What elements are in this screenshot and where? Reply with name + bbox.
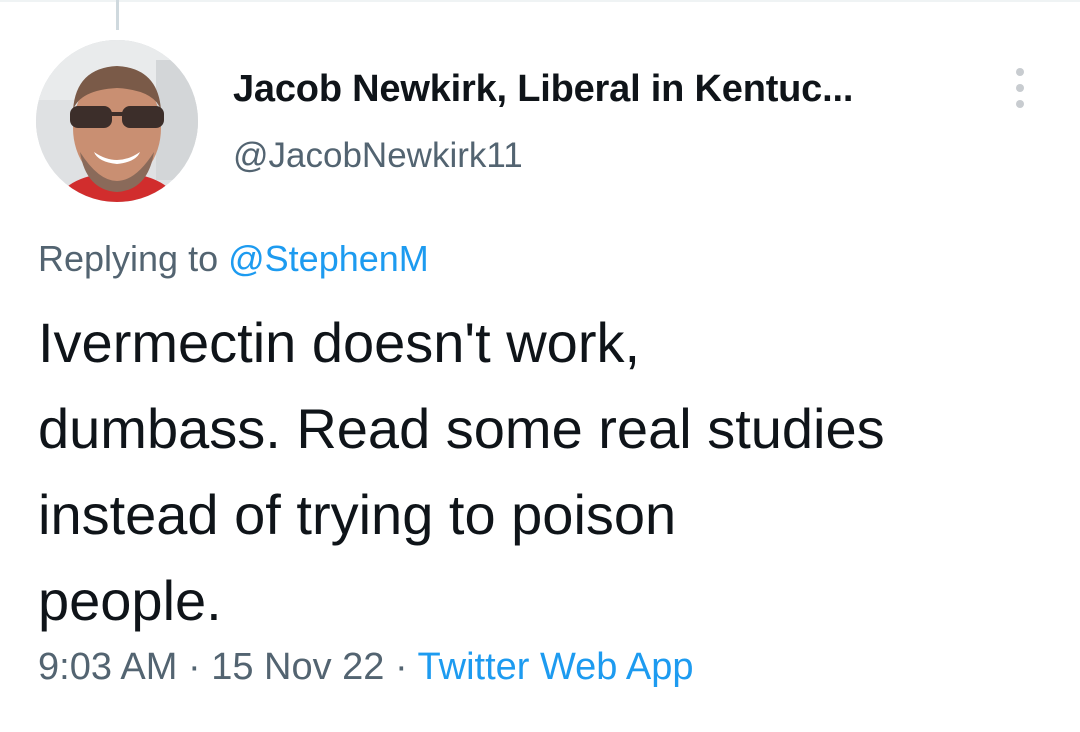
- author-handle[interactable]: @JacobNewkirk11: [233, 136, 523, 176]
- meta-separator: ·: [395, 646, 408, 688]
- tweet-metadata: 9:03 AM · 15 Nov 22 · Twitter Web App: [38, 646, 694, 689]
- author-display-name[interactable]: Jacob Newkirk, Liberal in Kentuc...: [233, 68, 853, 111]
- replying-to-label: Replying to: [38, 238, 219, 279]
- more-vertical-icon-dot: [1016, 100, 1024, 108]
- tweet-source-link[interactable]: Twitter Web App: [418, 646, 694, 688]
- replying-to-mention-link[interactable]: @StephenM: [228, 238, 429, 279]
- thread-connector-line: [116, 0, 119, 30]
- tweet-time[interactable]: 9:03 AM: [38, 646, 177, 688]
- user-avatar-photo-icon: [36, 40, 198, 202]
- more-vertical-icon: [1016, 68, 1024, 76]
- more-vertical-icon-dot: [1016, 84, 1024, 92]
- meta-separator: ·: [187, 646, 201, 688]
- top-divider: [0, 0, 1080, 2]
- replying-to-line: Replying to @StephenM: [38, 238, 429, 280]
- tweet-date[interactable]: 15 Nov 22: [211, 646, 384, 688]
- tweet-detail-view: Jacob Newkirk, Liberal in Kentuc... @Jac…: [0, 0, 1080, 732]
- more-options-button[interactable]: [1004, 66, 1036, 110]
- author-avatar[interactable]: [36, 40, 198, 202]
- tweet-text: Ivermectin doesn't work, dumbass. Read s…: [38, 311, 885, 632]
